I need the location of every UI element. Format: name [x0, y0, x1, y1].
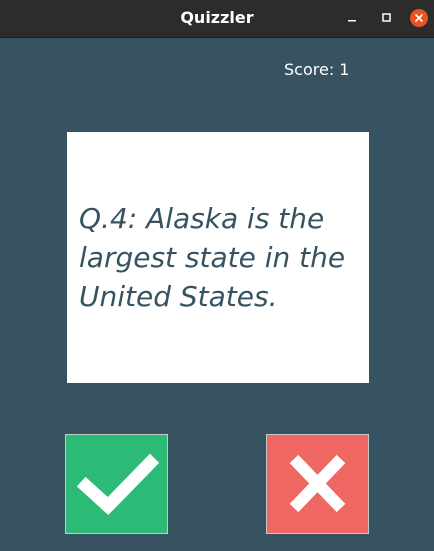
- question-text: Q.4: Alaska is the largest state in the …: [79, 202, 346, 313]
- quiz-window: Quizzler Score: 1 Q.4: Alaska is the lar…: [0, 0, 434, 551]
- cross-icon: [289, 454, 346, 513]
- check-icon: [76, 453, 160, 516]
- question-card: Q.4: Alaska is the largest state in the …: [67, 132, 369, 383]
- false-button[interactable]: [266, 434, 369, 534]
- close-icon[interactable]: [410, 9, 428, 27]
- title-bar: Quizzler: [0, 0, 434, 38]
- minimize-icon[interactable]: [343, 9, 361, 27]
- window-title: Quizzler: [180, 8, 254, 27]
- score-label: Score: 1: [284, 60, 350, 79]
- maximize-icon[interactable]: [378, 9, 396, 27]
- true-button[interactable]: [65, 434, 168, 534]
